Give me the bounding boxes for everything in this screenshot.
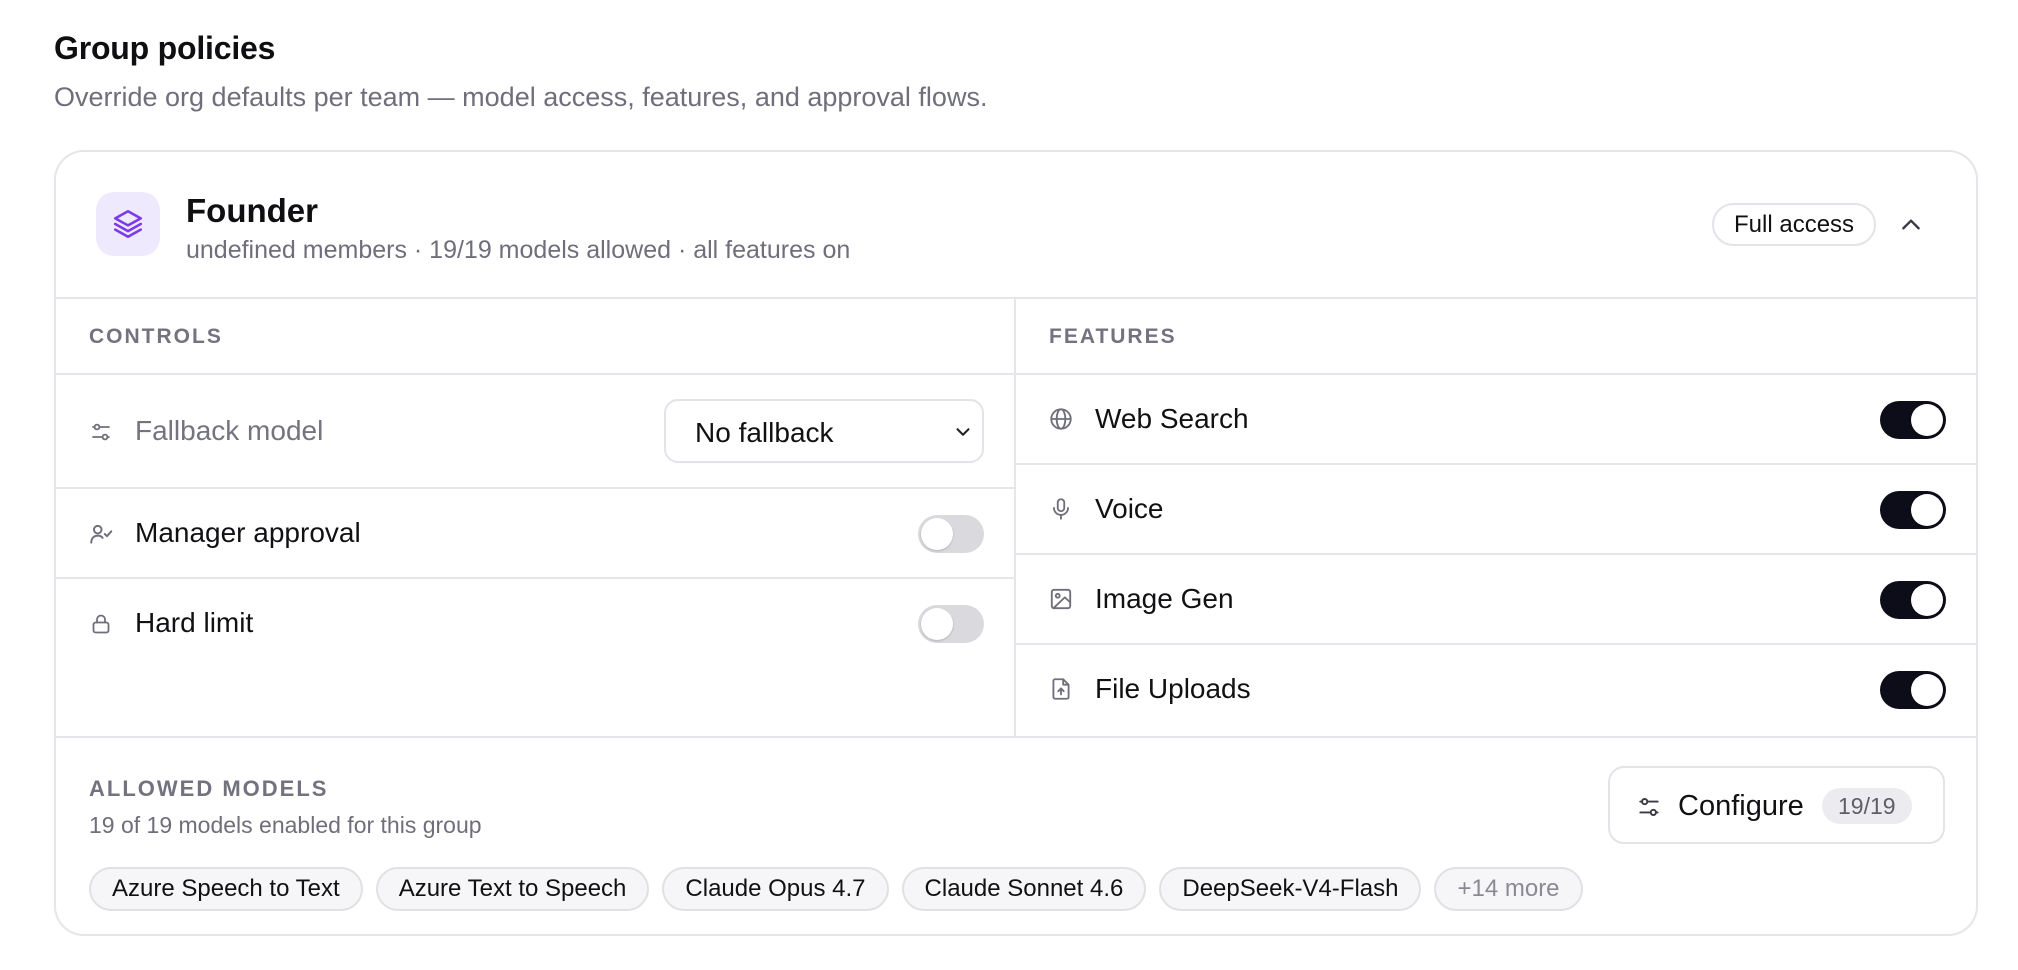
image-gen-label: Image Gen [1095, 583, 1234, 614]
microphone-icon [1048, 496, 1074, 522]
web-search-label: Web Search [1095, 403, 1249, 434]
file-upload-icon [1048, 676, 1074, 702]
allowed-models-section: ALLOWED MODELS 19 of 19 models enabled f… [56, 736, 1976, 934]
layers-icon [96, 192, 160, 256]
user-check-icon [88, 521, 114, 547]
sliders-icon [88, 419, 114, 445]
features-label: FEATURES [1049, 325, 1177, 348]
lock-icon [88, 611, 114, 637]
configure-models-button[interactable]: Configure 19/19 [1608, 766, 1945, 844]
file-uploads-toggle[interactable] [1880, 671, 1946, 709]
allowed-models-summary: 19 of 19 models enabled for this group [89, 812, 482, 838]
fallback-model-label: Fallback model [135, 415, 324, 446]
hard-limit-label: Hard limit [135, 607, 254, 638]
page-title: Group policies [54, 30, 276, 66]
more-models-chip[interactable]: +14 more [1434, 867, 1583, 911]
voice-toggle[interactable] [1880, 491, 1946, 529]
fallback-model-select[interactable]: No fallback [664, 399, 984, 463]
collapse-button[interactable] [1894, 208, 1928, 242]
controls-section: CONTROLS Fallback model No fallback Mana… [56, 299, 1016, 736]
manager-approval-row: Manager approval [56, 489, 1014, 579]
image-gen-toggle[interactable] [1880, 581, 1946, 619]
access-badge: Full access [1712, 203, 1877, 246]
fallback-model-row: Fallback model No fallback [56, 375, 1014, 489]
page-subtitle: Override org defaults per team — model a… [54, 82, 988, 112]
hard-limit-toggle[interactable] [918, 605, 984, 643]
chevron-up-icon [1902, 219, 1920, 230]
model-chips: Azure Speech to Text Azure Text to Speec… [89, 867, 1583, 911]
group-header[interactable]: Founder undefined members · 19/19 models… [56, 152, 1976, 299]
features-header: FEATURES [1016, 299, 1976, 375]
model-chip: Azure Text to Speech [375, 867, 650, 911]
hard-limit-row: Hard limit [56, 579, 1014, 669]
group-meta: undefined members · 19/19 models allowed… [186, 236, 851, 264]
fallback-model-value: No fallback [695, 417, 834, 448]
feature-row-voice: Voice [1016, 465, 1976, 555]
model-chip: Claude Sonnet 4.6 [901, 867, 1147, 911]
features-section: FEATURES Web Search Voice Image Gen File… [1016, 299, 1976, 736]
chevron-down-icon [956, 428, 970, 436]
sliders-icon [1639, 798, 1659, 816]
model-chip: Claude Opus 4.7 [662, 867, 889, 911]
model-chip: Azure Speech to Text [89, 867, 363, 911]
feature-row-image-gen: Image Gen [1016, 555, 1976, 645]
feature-row-web-search: Web Search [1016, 375, 1976, 465]
manager-approval-label: Manager approval [135, 517, 361, 548]
configure-label: Configure [1678, 790, 1804, 822]
configure-count-badge: 19/19 [1822, 788, 1912, 824]
group-policy-card: Founder undefined members · 19/19 models… [54, 150, 1978, 936]
image-icon [1048, 586, 1074, 612]
model-chip: DeepSeek-V4-Flash [1159, 867, 1422, 911]
controls-header: CONTROLS [56, 299, 1014, 375]
globe-icon [1048, 406, 1074, 432]
group-name: Founder [186, 192, 318, 229]
manager-approval-toggle[interactable] [918, 515, 984, 553]
allowed-models-label: ALLOWED MODELS [89, 776, 329, 801]
controls-label: CONTROLS [89, 325, 223, 348]
voice-label: Voice [1095, 493, 1164, 524]
file-uploads-label: File Uploads [1095, 673, 1251, 704]
feature-row-file-uploads: File Uploads [1016, 645, 1976, 736]
web-search-toggle[interactable] [1880, 401, 1946, 439]
